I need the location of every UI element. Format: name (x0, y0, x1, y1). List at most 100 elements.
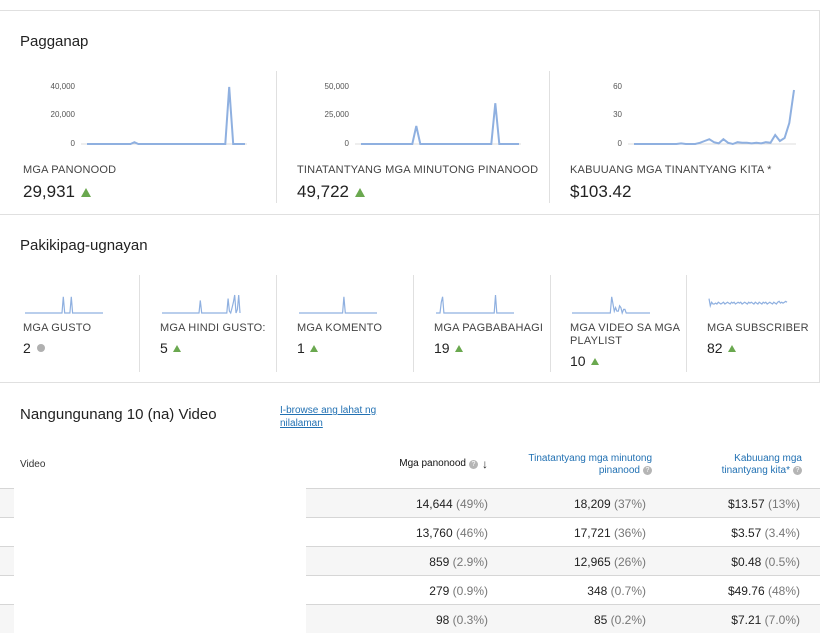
trend-up-icon (727, 344, 736, 352)
earnings-cell: $3.57 (3.4%) (731, 526, 800, 540)
browse-all-link[interactable]: I-browse ang lahat ng nilalaman (280, 404, 400, 430)
column-header-earnings[interactable]: Kabuuang mga tinantyang kita*? (690, 453, 802, 477)
engagement-metric[interactable]: MGA PAGBABAHAGI 19 (434, 275, 554, 375)
engagement-label: MGA SUBSCRIBER (707, 322, 809, 334)
video-thumbnails-area (14, 488, 306, 636)
engagement-sparkline (25, 296, 103, 314)
divider (276, 275, 277, 372)
top-videos-title: Nangungunang 10 (na) Video (20, 406, 217, 423)
views-header-label: Mga panonood (399, 458, 466, 469)
earnings-cell: $7.21 (7.0%) (731, 613, 800, 627)
views-label: MGA PANONOOD (23, 164, 117, 176)
engagement-metric[interactable]: MGA HINDI GUSTO: 5 (160, 275, 280, 375)
sort-down-icon[interactable]: ↓ (482, 458, 488, 470)
engagement-value-row: 19 (434, 340, 463, 356)
engagement-sparkline (572, 296, 650, 315)
minutes-cell: 85 (0.2%) (593, 613, 646, 627)
divider (686, 275, 687, 372)
views-cell: 279 (0.9%) (429, 584, 488, 598)
divider (549, 71, 550, 203)
earnings-cell: $13.57 (13%) (727, 497, 800, 511)
engagement-metric[interactable]: MGA KOMENTO 1 (297, 275, 417, 375)
views-axis-mid: 20,000 (51, 110, 76, 119)
trend-up-icon (172, 344, 181, 352)
views-value: 29,931 (23, 182, 75, 201)
help-icon[interactable]: ? (793, 465, 802, 475)
engagement-label: MGA HINDI GUSTO: (160, 322, 266, 334)
trend-up-icon (355, 187, 365, 197)
column-header-views[interactable]: Mga panonood? ↓ (360, 458, 488, 470)
earnings-value: $103.42 (570, 182, 632, 201)
views-value-row: 29,931 (23, 182, 91, 202)
minutes-cell: 18,209 (37%) (573, 497, 646, 511)
column-header-video: Video (20, 459, 46, 470)
watch-minutes-metric[interactable]: 50,000 25,000 0 TINATANTYANG MGA MINUTON… (297, 71, 539, 211)
engagement-value-row: 10 (570, 353, 599, 369)
minutes-cell: 12,965 (26%) (573, 555, 646, 569)
engagement-card: Pakikipag-ugnayan MGA GUSTO 2 MGA HINDI GU… (0, 214, 820, 382)
engagement-value: 82 (707, 340, 723, 356)
engagement-value: 19 (434, 340, 450, 356)
views-sparkline: 40,000 20,000 0 (51, 82, 247, 148)
engagement-value-row: 82 (707, 340, 736, 356)
engagement-value-row: 1 (297, 340, 318, 356)
engagement-value: 1 (297, 340, 305, 356)
engagement-metric[interactable]: MGA VIDEO SA MGA PLAYLIST 10 (570, 275, 690, 375)
column-header-minutes[interactable]: Tinatantyang mga minutong pinanood? (494, 453, 652, 477)
engagement-title: Pakikipag-ugnayan (20, 237, 148, 254)
watch-minutes-value-row: 49,722 (297, 182, 365, 202)
help-icon[interactable]: ? (469, 459, 478, 469)
performance-title: Pagganap (20, 33, 89, 50)
minutes-cell: 348 (0.7%) (587, 584, 646, 598)
earnings-cell: $49.76 (48%) (727, 584, 800, 598)
earnings-sparkline: 60 30 0 (613, 82, 796, 148)
engagement-value-row: 5 (160, 340, 181, 356)
views-cell: 98 (0.3%) (435, 613, 488, 627)
help-icon[interactable]: ? (643, 465, 652, 475)
engagement-metric[interactable]: MGA GUSTO 2 (23, 275, 143, 375)
earnings-label: KABUUANG MGA TINANTYANG KITA * (570, 164, 772, 176)
engagement-label: MGA GUSTO (23, 322, 92, 334)
trend-up-icon (454, 344, 463, 352)
watch-minutes-label: TINATANTYANG MGA MINUTONG PINANOOD (297, 164, 539, 176)
views-axis-top: 40,000 (51, 82, 76, 91)
trend-up-icon (590, 357, 599, 365)
engagement-value: 5 (160, 340, 168, 356)
earnings-axis-zero: 0 (618, 139, 623, 148)
divider (413, 275, 414, 372)
divider (276, 71, 277, 203)
minutes-cell: 17,721 (36%) (573, 526, 646, 540)
engagement-label: MGA PAGBABAHAGI (434, 322, 544, 334)
watch-minutes-sparkline: 50,000 25,000 0 (325, 82, 521, 148)
engagement-label: MGA KOMENTO (297, 322, 383, 334)
performance-card: Pagganap 40,000 20,000 0 MGA PANONOOD 29… (0, 10, 820, 214)
engagement-value: 10 (570, 353, 586, 369)
earnings-axis-top: 60 (613, 82, 622, 91)
earnings-value-row: $103.42 (570, 182, 631, 202)
earnings-metric[interactable]: 60 30 0 KABUUANG MGA TINANTYANG KITA * $… (570, 71, 810, 211)
trend-up-icon (309, 344, 318, 352)
engagement-sparkline (436, 294, 514, 314)
minutes-header-label: Tinatantyang mga minutong pinanood (528, 453, 652, 476)
views-axis-zero: 0 (71, 139, 76, 148)
minutes-axis-mid: 25,000 (325, 110, 350, 119)
engagement-label: MGA VIDEO SA MGA PLAYLIST (570, 322, 680, 347)
divider (550, 275, 551, 372)
engagement-value-row: 2 (23, 340, 45, 356)
divider (139, 275, 140, 372)
earnings-header-label: Kabuuang mga tinantyang kita* (721, 453, 802, 476)
watch-minutes-value: 49,722 (297, 182, 349, 201)
engagement-sparkline (299, 296, 377, 314)
engagement-value: 2 (23, 340, 31, 356)
minutes-axis-zero: 0 (345, 139, 350, 148)
views-cell: 859 (2.9%) (429, 555, 488, 569)
engagement-metric[interactable]: MGA SUBSCRIBER 82 (707, 275, 820, 375)
engagement-sparkline (708, 298, 788, 309)
earnings-cell: $0.48 (0.5%) (731, 555, 800, 569)
minutes-axis-top: 50,000 (325, 82, 350, 91)
views-metric[interactable]: 40,000 20,000 0 MGA PANONOOD 29,931 (23, 71, 263, 211)
views-cell: 14,644 (49%) (415, 497, 488, 511)
top-videos-card: Nangungunang 10 (na) Video I-browse ang … (0, 382, 820, 636)
earnings-axis-mid: 30 (613, 110, 622, 119)
engagement-sparkline (162, 294, 241, 315)
